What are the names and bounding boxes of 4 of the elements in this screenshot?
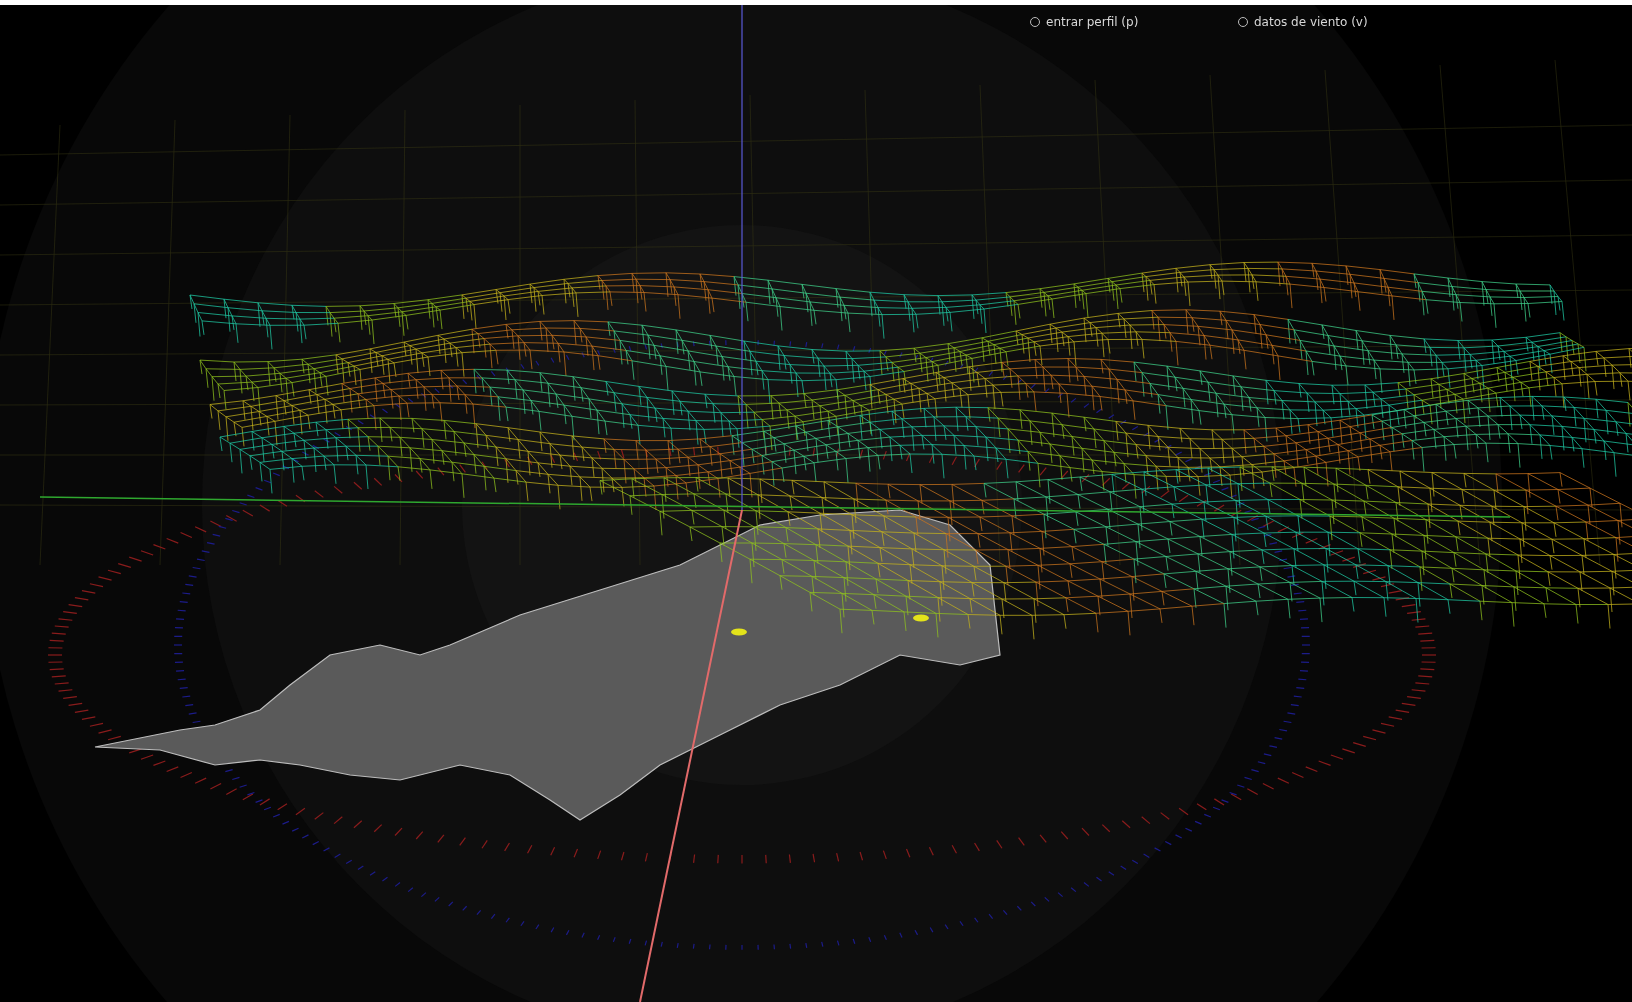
location-marker xyxy=(731,628,747,636)
radio-option[interactable]: datos de viento (v) xyxy=(1238,13,1368,31)
radio-option[interactable]: entrar perfil (p) xyxy=(1030,13,1139,31)
location-marker xyxy=(913,614,929,622)
